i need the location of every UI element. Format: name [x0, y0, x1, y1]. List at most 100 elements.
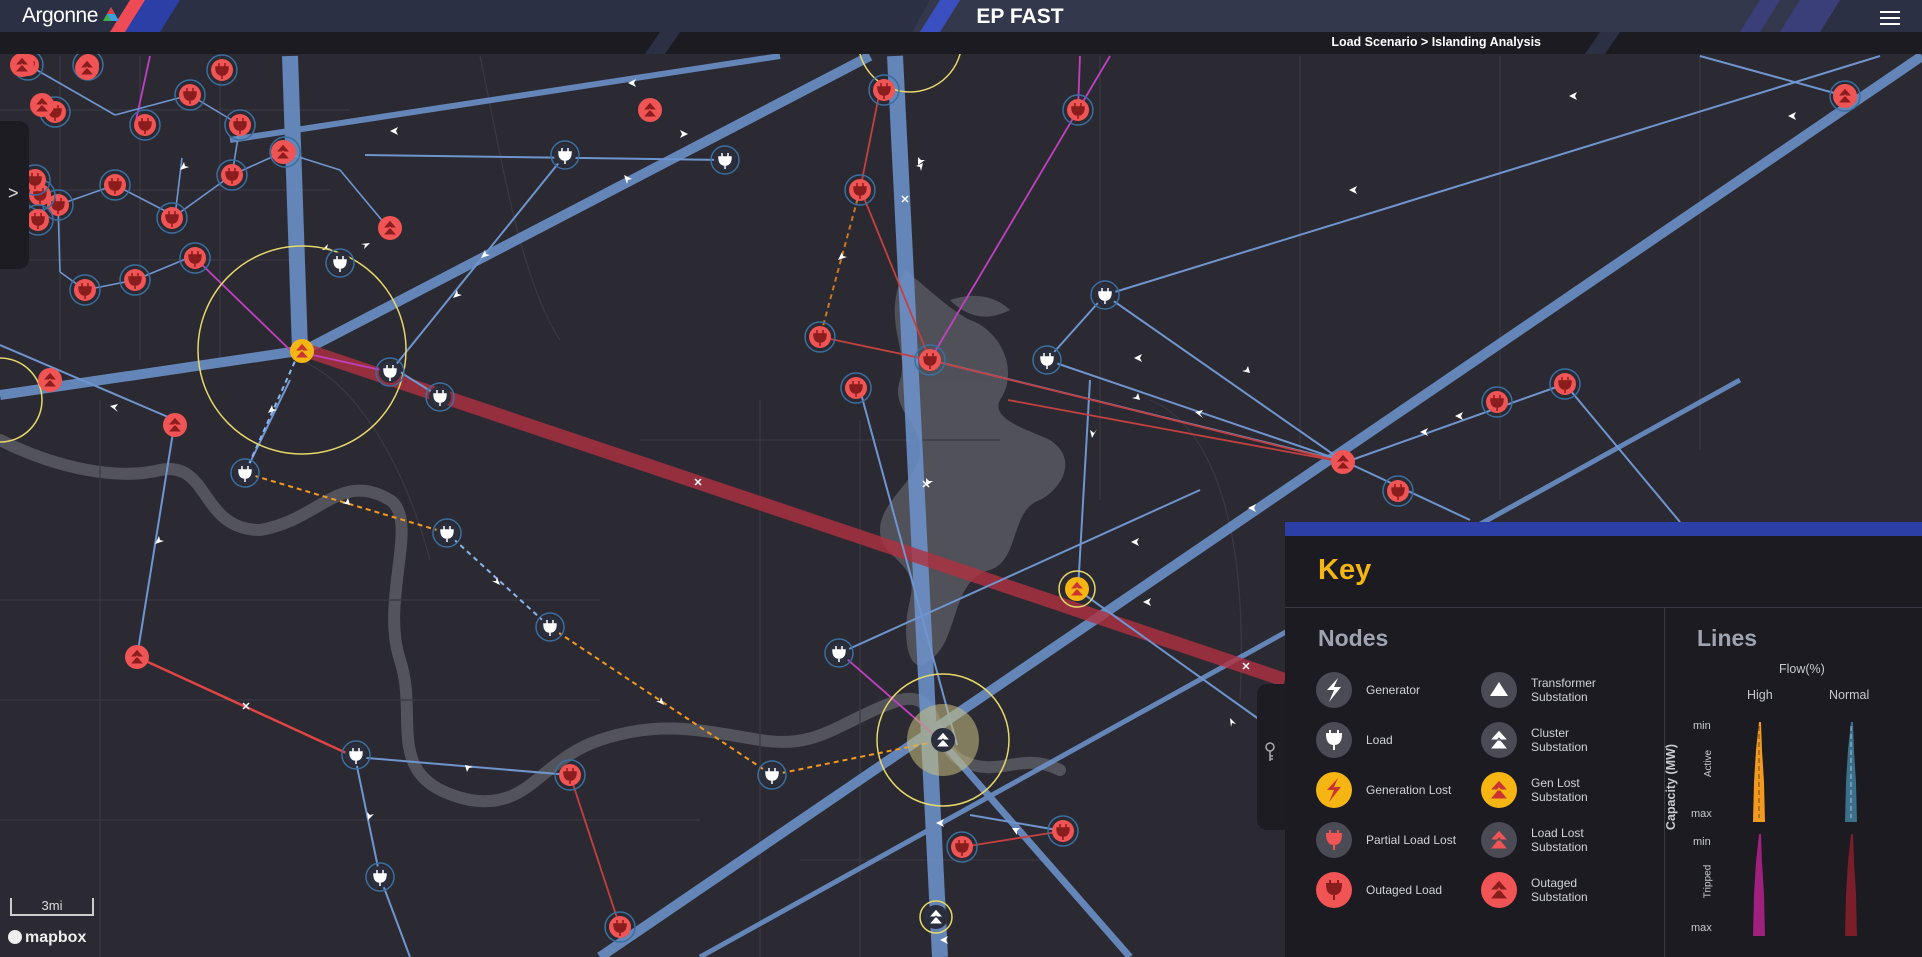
load-node[interactable] [710, 145, 740, 175]
tripped-lines [136, 343, 1288, 759]
outaged-load-node[interactable] [216, 159, 248, 191]
outaged-load-node[interactable] [1047, 815, 1079, 847]
substation-node[interactable] [638, 98, 662, 122]
outaged-load-node[interactable] [179, 242, 211, 274]
load-node[interactable] [535, 612, 565, 642]
legend-load-lost-substation: Load Lost Substation [1481, 822, 1626, 858]
generator-icon [1316, 672, 1352, 708]
cluster-substation-icon [1481, 722, 1517, 758]
legend-gen-lost-substation: Gen Lost Substation [1481, 772, 1626, 808]
sidebar-toggle-button[interactable]: > [0, 121, 29, 269]
load-node[interactable] [1090, 280, 1120, 310]
divider [1285, 607, 1922, 608]
legend-outaged-substation: Outaged Substation [1481, 872, 1626, 908]
load-lost-substation-icon [1481, 822, 1517, 858]
outaged-load-node[interactable] [914, 344, 946, 376]
outaged-load-node[interactable] [224, 109, 256, 141]
map-scale: 3mi [10, 898, 94, 916]
active-label: Active [1703, 749, 1715, 778]
mapbox-attribution[interactable]: mapbox [8, 929, 86, 947]
outaged-load-node[interactable] [840, 372, 872, 404]
generation-lost-icon [1316, 772, 1352, 808]
load-node[interactable] [757, 760, 787, 790]
mapbox-logo-icon [8, 930, 22, 944]
max-label: max [1691, 922, 1712, 934]
substation-node[interactable] [75, 56, 99, 80]
transformer-substation-icon [1481, 672, 1517, 708]
load-node[interactable] [325, 248, 355, 278]
outaged-load-node[interactable] [1382, 475, 1414, 507]
min-label: min [1693, 836, 1711, 848]
outaged-load-node[interactable] [844, 174, 876, 206]
outaged-substation-icon [1481, 872, 1517, 908]
legend-partial-load-lost: Partial Load Lost [1316, 822, 1461, 858]
substation-node[interactable] [924, 905, 948, 929]
outaged-load-node[interactable] [1549, 368, 1581, 400]
outaged-load-node[interactable] [119, 264, 151, 296]
capacity-label: Capacity (MW) [1664, 743, 1678, 831]
dashed-lines [244, 189, 944, 776]
outaged-load-node[interactable] [554, 759, 586, 791]
key-toggle-button[interactable] [1257, 684, 1285, 830]
key-icon [1262, 741, 1278, 768]
substation-node[interactable] [931, 728, 955, 752]
load-node[interactable] [824, 638, 854, 668]
outaged-load-node[interactable] [99, 169, 131, 201]
load-node[interactable] [1032, 345, 1062, 375]
outaged-load-node[interactable] [604, 911, 636, 943]
outaged-load-node[interactable] [174, 79, 206, 111]
load-node[interactable] [230, 458, 260, 488]
substation-node[interactable] [38, 368, 62, 392]
app-title: EP FAST [976, 5, 1064, 28]
partial-load-lost-icon [1316, 822, 1352, 858]
outaged-load-icon [1316, 872, 1352, 908]
substation-node[interactable] [30, 93, 54, 117]
key-panel: Key Nodes Lines Generator Load Generatio… [1285, 522, 1922, 957]
outaged-load-node[interactable] [156, 202, 188, 234]
hamburger-menu-icon[interactable] [1880, 11, 1900, 27]
max-label: max [1691, 808, 1712, 820]
breadcrumb[interactable]: Load Scenario > Islanding Analysis [1331, 35, 1541, 49]
flow-label: Flow(%) [1779, 662, 1825, 676]
substation-node[interactable] [10, 53, 34, 77]
normal-label: Normal [1829, 688, 1870, 702]
outaged-load-node[interactable] [946, 831, 978, 863]
load-node[interactable] [375, 357, 405, 387]
outaged-load-node[interactable] [1062, 94, 1094, 126]
substation-node[interactable] [163, 413, 187, 437]
legend-transformer-substation: Transformer Substation [1481, 672, 1626, 708]
header-bar: Argonne EP FAST Load Scenario > Islandin… [0, 0, 1922, 56]
gen-lost-substation-icon [1481, 772, 1517, 808]
substation-node[interactable] [290, 339, 314, 363]
load-node[interactable] [365, 862, 395, 892]
substation-node[interactable] [1065, 577, 1089, 601]
legend-generation-lost: Generation Lost [1316, 772, 1461, 808]
load-node[interactable] [341, 740, 371, 770]
substation-node[interactable] [378, 216, 402, 240]
substation-node[interactable] [1331, 450, 1355, 474]
key-header-bar [1285, 522, 1922, 536]
substation-node[interactable] [125, 645, 149, 669]
outaged-load-node[interactable] [1481, 386, 1513, 418]
substation-node[interactable] [271, 140, 295, 164]
legend-cluster-substation: Cluster Substation [1481, 722, 1626, 758]
load-node[interactable] [550, 140, 580, 170]
lines-section-title: Lines [1697, 625, 1758, 651]
outaged-load-node[interactable] [868, 74, 900, 106]
load-icon [1316, 722, 1352, 758]
outaged-load-node[interactable] [69, 274, 101, 306]
min-label: min [1693, 720, 1711, 732]
high-label: High [1747, 688, 1773, 702]
outaged-load-node[interactable] [129, 109, 161, 141]
load-node[interactable] [425, 382, 455, 412]
load-node[interactable] [432, 518, 462, 548]
legend-load: Load [1316, 722, 1461, 758]
key-title: Key [1318, 554, 1372, 586]
outaged-load-node[interactable] [206, 54, 238, 86]
substation-node[interactable] [1833, 84, 1857, 108]
outaged-load-node[interactable] [804, 321, 836, 353]
chevron-right-icon: > [8, 183, 19, 203]
nodes-section-title: Nodes [1318, 625, 1389, 651]
legend-generator: Generator [1316, 672, 1461, 708]
tripped-label: Tripped [1702, 864, 1714, 899]
